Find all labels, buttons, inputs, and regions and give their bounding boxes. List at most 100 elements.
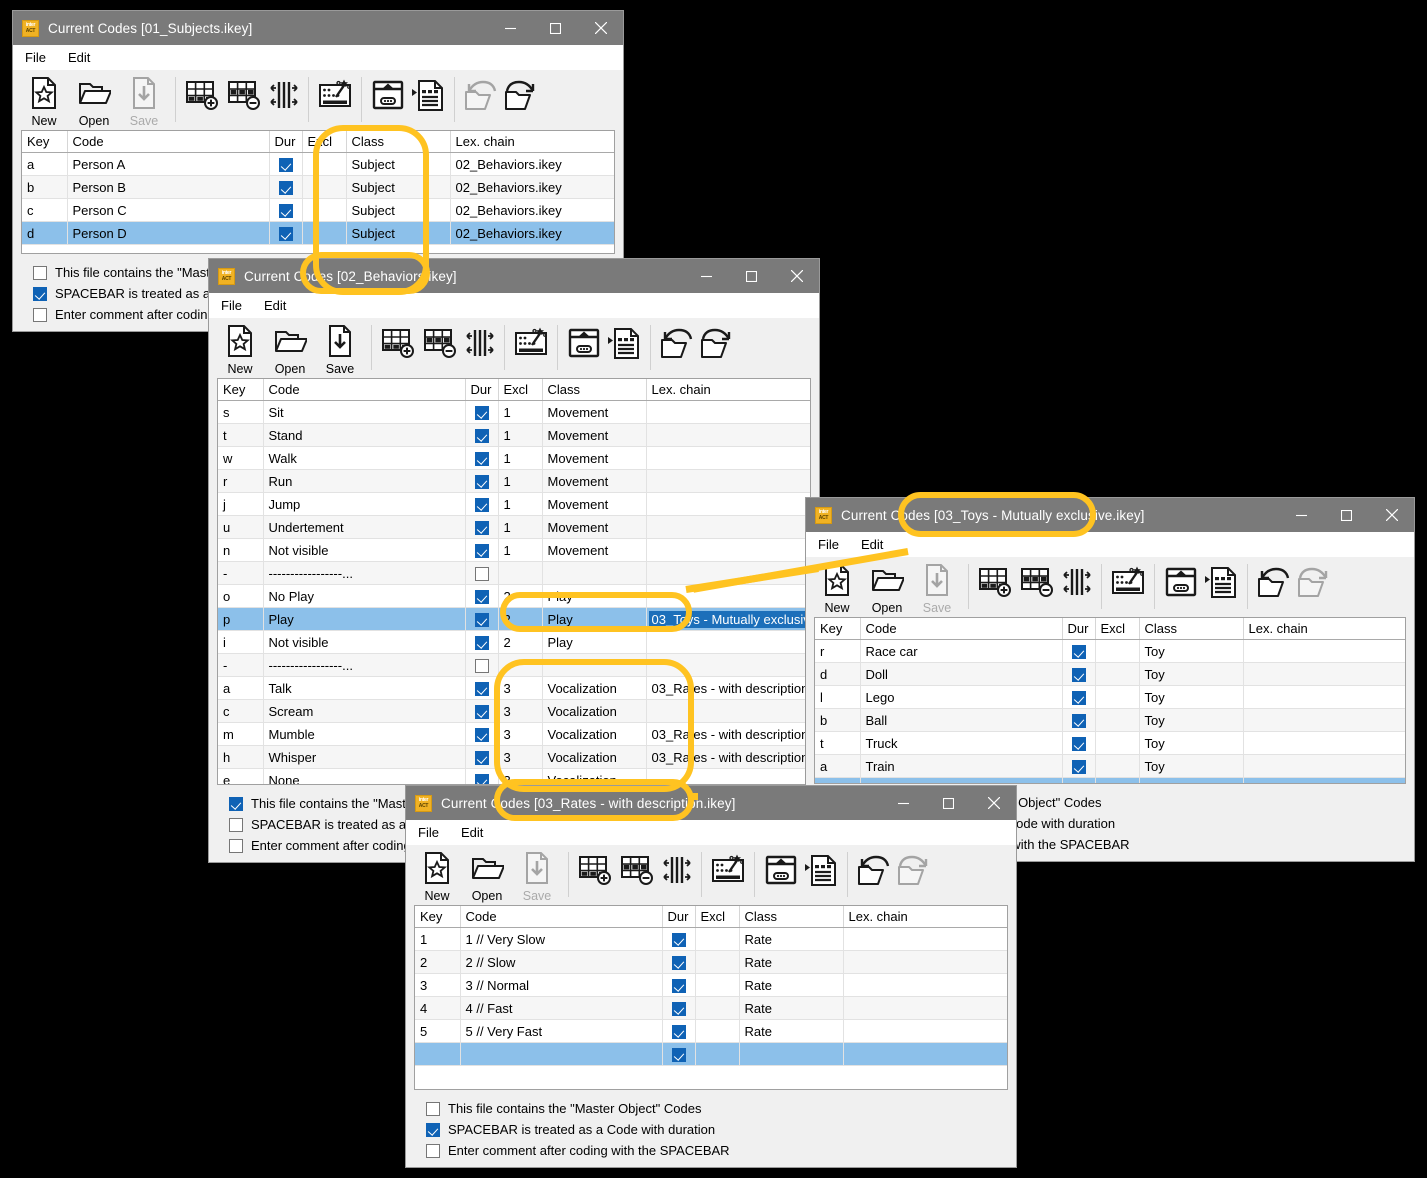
dur-checkbox[interactable] [474,704,489,719]
cell-class[interactable]: Toy [1139,731,1244,755]
table-row[interactable]: a Person A Subject 02_Behaviors.ikey [22,152,614,176]
cell-dur[interactable] [465,515,499,539]
cell-code[interactable]: Undertement [263,515,466,539]
cell-lex-chain[interactable]: 02_Behaviors.ikey [450,152,614,176]
column-header-code[interactable]: Code [67,131,270,153]
cell-class[interactable]: Movement [542,515,647,539]
cell-lex-chain[interactable] [646,699,810,723]
table-row[interactable]: i Not visible 2 Play [218,630,810,654]
cell-class[interactable]: Play [542,630,647,654]
spacebar-duration-checkbox[interactable] [426,1122,440,1137]
table-row[interactable]: u Undertement 1 Movement [218,515,810,539]
remove-row-button[interactable] [420,322,462,363]
cell-class[interactable]: Rate [739,950,844,974]
dur-checkbox[interactable] [474,474,489,489]
dur-checkbox[interactable] [474,658,489,673]
cell-code[interactable]: Lego [860,685,1063,709]
remove-row-button[interactable] [617,849,659,890]
column-header-key[interactable]: Key [815,618,861,640]
cell-excl[interactable] [498,653,543,677]
cell-excl[interactable] [302,221,347,245]
cell-excl[interactable] [695,996,740,1020]
title-bar[interactable]: inter ACT Current Codes [03_Toys - Mutua… [806,498,1414,532]
dur-checkbox[interactable] [671,932,686,947]
cell-key[interactable]: 5 [415,1019,461,1043]
lex-chain-cell-selected[interactable]: 03_Toys - Mutually exclusiv... [648,610,810,628]
cell-dur[interactable] [1062,731,1096,755]
cell-excl[interactable] [695,1042,740,1066]
cell-lex-chain[interactable]: 03_Rates - with description.i... [646,722,810,746]
menu-edit[interactable]: Edit [264,298,286,313]
column-width-button[interactable] [462,322,498,363]
cell-lex-chain[interactable]: 02_Behaviors.ikey [450,221,614,245]
table-row[interactable]: a Talk 3 Vocalization 03_Rates - with de… [218,676,810,700]
wizard-button[interactable] [1108,561,1148,602]
option-spacebar-duration[interactable]: SPACEBAR is treated as a Code with durat… [426,1119,1016,1140]
redo-button[interactable] [501,74,541,115]
cell-class[interactable]: Subject [346,198,451,222]
dur-checkbox[interactable] [474,750,489,765]
cell-dur[interactable] [662,1042,696,1066]
cell-dur[interactable] [465,446,499,470]
undo-button[interactable] [854,849,894,890]
cell-code[interactable]: 1 // Very Slow [460,927,663,951]
cell-key[interactable]: t [218,423,264,447]
import-button[interactable] [1161,561,1201,602]
cell-dur[interactable] [465,492,499,516]
cell-dur[interactable] [465,676,499,700]
option-master-object[interactable]: This file contains the "Master Object" C… [426,1098,1016,1119]
add-row-button[interactable] [378,322,420,363]
open-button[interactable]: Open [69,74,119,128]
table-row[interactable]: h Whisper 3 Vocalization 03_Rates - with… [218,745,810,769]
cell-key[interactable]: u [218,515,264,539]
menu-file[interactable]: File [418,825,439,840]
cell-dur[interactable] [662,950,696,974]
cell-lex-chain[interactable]: 03_Toys - Mutually exclusiv... [646,607,810,631]
cell-dur[interactable] [465,745,499,769]
minimize-button[interactable] [684,259,729,293]
cell-key[interactable]: m [218,722,264,746]
cell-key[interactable]: c [22,198,68,222]
dur-checkbox[interactable] [671,1024,686,1039]
cell-key[interactable]: b [22,175,68,199]
cell-class[interactable]: Movement [542,423,647,447]
comment-after-coding-checkbox[interactable] [33,307,47,322]
column-header-class[interactable]: Class [346,131,451,153]
title-bar[interactable]: inter ACT Current Codes [02_Behaviors.ik… [209,259,819,293]
codes-table[interactable]: KeyCodeDurExclClassLex. chainPrefixEOCCM… [414,905,1008,1090]
maximize-button[interactable] [1324,498,1369,532]
column-header-key[interactable]: Key [415,906,461,928]
cell-key[interactable]: a [218,676,264,700]
cell-lex-chain[interactable] [646,423,810,447]
menu-edit[interactable]: Edit [68,50,90,65]
dur-checkbox[interactable] [474,566,489,581]
dur-checkbox[interactable] [278,203,293,218]
dur-checkbox[interactable] [278,180,293,195]
cell-class[interactable]: Toy [1139,685,1244,709]
cell-dur[interactable] [269,175,303,199]
add-row-button[interactable] [975,561,1017,602]
dur-checkbox[interactable] [1071,713,1086,728]
cell-key[interactable]: t [815,731,861,755]
cell-code[interactable]: None [263,768,466,784]
close-button[interactable] [774,259,819,293]
codes-table[interactable]: KeyCodeDurExclClassLex. chainPrefixEOCCM… [217,378,811,785]
cell-class[interactable]: Movement [542,492,647,516]
column-header-dur[interactable]: Dur [662,906,696,928]
cell-excl[interactable]: 2 [498,630,543,654]
column-width-button[interactable] [1059,561,1095,602]
cell-lex-chain[interactable]: 03_Rates - with description.i... [646,745,810,769]
dur-checkbox[interactable] [474,543,489,558]
cell-key[interactable]: a [815,754,861,778]
codes-table[interactable]: KeyCodeDurExclClassLex. chainPrefixEOCCM… [21,130,615,254]
cell-key[interactable]: s [218,400,264,424]
column-width-button[interactable] [659,849,695,890]
cell-class[interactable] [739,1042,844,1066]
undo-button[interactable] [1254,561,1294,602]
dur-checkbox[interactable] [474,589,489,604]
open-button[interactable]: Open [862,561,912,615]
cell-code[interactable]: Race car [860,639,1063,663]
column-header-dur[interactable]: Dur [465,379,499,401]
add-row-button[interactable] [575,849,617,890]
table-row[interactable]: r Race car Toy [815,639,1405,663]
